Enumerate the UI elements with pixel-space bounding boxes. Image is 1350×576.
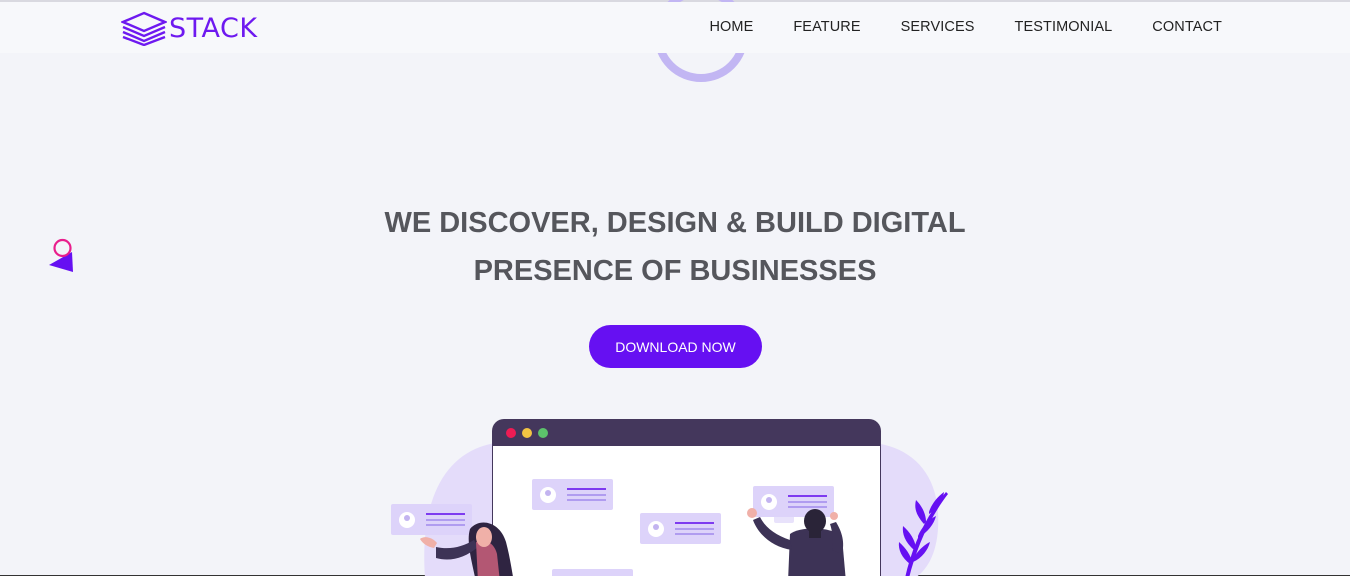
brand-name: STACK bbox=[169, 12, 258, 44]
nav-item-home: HOME bbox=[709, 19, 753, 35]
hero-title-line2: PRESENCE OF BUSINESSES bbox=[473, 255, 877, 287]
profile-card-icon bbox=[391, 504, 472, 535]
nav-item-services: SERVICES bbox=[861, 19, 975, 35]
main-nav: HOME FEATURE SERVICES TESTIMONIAL CONTAC… bbox=[709, 19, 1222, 35]
brand-logo[interactable]: STACK bbox=[121, 10, 258, 46]
nav-link-services[interactable]: SERVICES bbox=[901, 19, 975, 35]
stack-layers-icon bbox=[121, 11, 167, 46]
nav-link-testimonial[interactable]: TESTIMONIAL bbox=[1015, 19, 1113, 35]
nav-link-contact[interactable]: CONTACT bbox=[1152, 19, 1222, 35]
red-dot-icon bbox=[506, 428, 516, 438]
yellow-dot-icon bbox=[522, 428, 532, 438]
nav-item-contact: CONTACT bbox=[1112, 19, 1222, 35]
navbar: STACK HOME FEATURE SERVICES TESTIMONIAL … bbox=[0, 2, 1350, 53]
nav-item-feature: FEATURE bbox=[753, 19, 860, 35]
hero-title-line1: WE DISCOVER, DESIGN & BUILD DIGITAL bbox=[384, 207, 966, 239]
nav-link-feature[interactable]: FEATURE bbox=[793, 19, 860, 35]
profile-card-icon bbox=[640, 513, 721, 544]
hero-illustration bbox=[391, 419, 948, 576]
profile-card-icon bbox=[532, 479, 613, 510]
nav-item-testimonial: TESTIMONIAL bbox=[975, 19, 1113, 35]
green-dot-icon bbox=[538, 428, 548, 438]
download-now-button[interactable]: DOWNLOAD NOW bbox=[589, 325, 762, 368]
nav-link-home[interactable]: HOME bbox=[709, 19, 753, 35]
